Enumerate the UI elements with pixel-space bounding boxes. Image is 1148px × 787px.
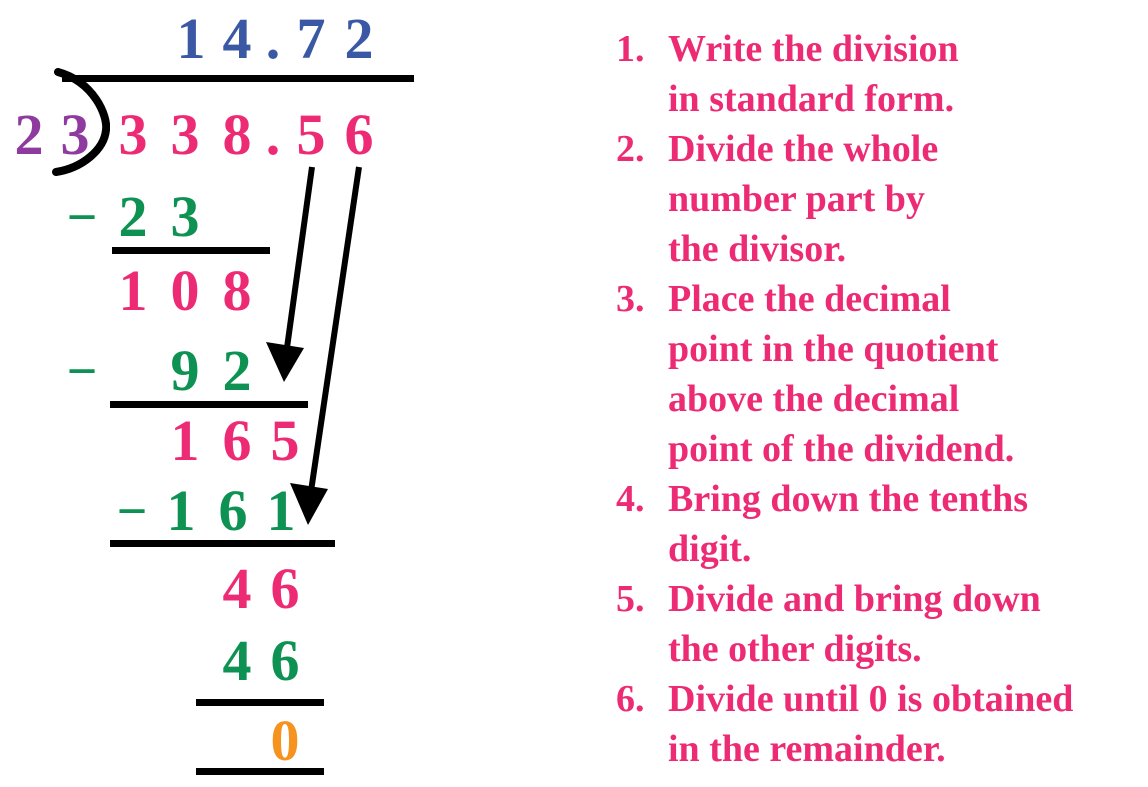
step-text-1: Write the division in standard form.	[668, 28, 959, 120]
step-number-6: 6.	[616, 678, 645, 720]
quotient-digit-4: 2	[344, 6, 374, 71]
steps-list: 1. Write the division in standard form. 2…	[576, 24, 1148, 774]
quotient-digit-3: 7	[296, 6, 326, 71]
subtract-92-sign: −	[66, 341, 98, 401]
quotient-digit-1: 1	[176, 6, 206, 71]
step-item-1: 1. Write the division in standard form.	[616, 24, 1148, 124]
dividend-digit-2: 3	[170, 102, 200, 167]
subtract-161-digit-1: 1	[166, 478, 196, 543]
step-number-1: 1.	[616, 28, 645, 70]
bring-down-tenths-arrow	[266, 166, 315, 382]
bring-down-hundredths-arrow	[290, 166, 362, 525]
dividend-digit-1: 3	[118, 102, 148, 167]
partial-165-digit-1: 1	[170, 408, 200, 473]
step-text-6: Divide until 0 is obtained in the remain…	[668, 678, 1074, 770]
subtract-92-digit-1: 9	[170, 338, 200, 403]
step-text-5: Divide and bring down the other digits.	[668, 578, 1041, 670]
step-item-2: 2. Divide the whole number part by the di…	[616, 124, 1148, 274]
partial-108-digit-1: 1	[118, 258, 148, 323]
subtract-23-sign: −	[66, 187, 98, 247]
divisor-digit-1: 2	[14, 102, 44, 167]
step-item-5: 5. Divide and bring down the other digits…	[616, 574, 1148, 674]
divisor-digit-2: 3	[60, 102, 90, 167]
partial-46-digit-1: 4	[222, 556, 252, 621]
step-item-6: 6. Divide until 0 is obtained in the rema…	[616, 674, 1148, 774]
subtract-46-rule	[196, 699, 324, 706]
remainder-rule	[196, 768, 324, 775]
partial-46-digit-2: 6	[270, 556, 300, 621]
step-number-5: 5.	[616, 578, 645, 620]
step-number-3: 3.	[616, 278, 645, 320]
step-text-3: Place the decimal point in the quotient …	[668, 278, 1015, 470]
step-item-4: 4. Bring down the tenths digit.	[616, 474, 1148, 574]
subtract-23-digit-1: 2	[118, 184, 148, 249]
step-item-3: 3. Place the decimal point in the quotien…	[616, 274, 1148, 474]
long-division-worksheet: 1 4 . 7 2 2 3 3 3 8 . 5 6 − 2 3 1 0 8 − …	[0, 0, 1148, 787]
partial-108-digit-2: 0	[170, 258, 200, 323]
subtract-161-sign: −	[116, 481, 148, 541]
subtract-23-digit-2: 3	[170, 184, 200, 249]
division-vinculum	[62, 75, 414, 82]
step-text-2: Divide the whole number part by the divi…	[668, 128, 939, 270]
subtract-46-digit-1: 4	[222, 628, 252, 693]
division-work-area: 1 4 . 7 2 2 3 3 3 8 . 5 6 − 2 3 1 0 8 − …	[0, 0, 560, 787]
remainder-digit: 0	[270, 708, 300, 773]
step-number-4: 4.	[616, 478, 645, 520]
step-text-4: Bring down the tenths digit.	[668, 478, 1028, 570]
bring-down-arrows	[266, 166, 362, 525]
quotient-decimal-point: .	[265, 6, 281, 71]
subtract-46-digit-2: 6	[270, 628, 300, 693]
step-number-2: 2.	[616, 128, 645, 170]
quotient-digit-2: 4	[222, 6, 252, 71]
